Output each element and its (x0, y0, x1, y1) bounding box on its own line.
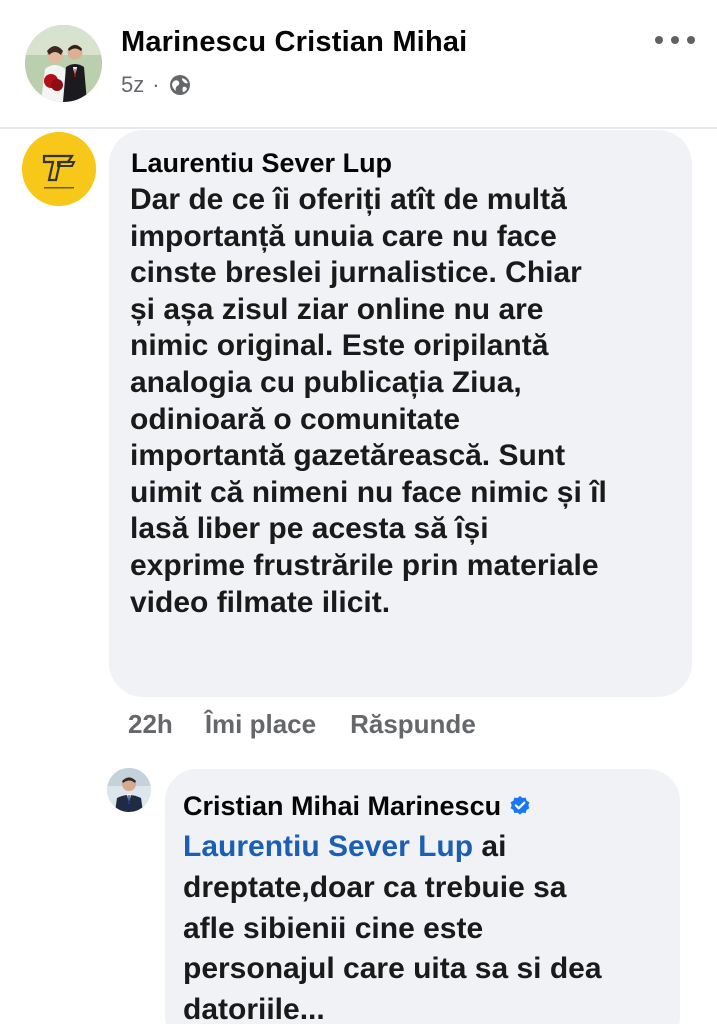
reply-author-avatar[interactable] (107, 768, 151, 812)
comment-actions: 22h Îmi place Răspunde (128, 704, 476, 744)
mention-link[interactable]: Laurentiu Sever Lup (183, 830, 473, 863)
post-meta: 5z · (121, 70, 192, 100)
header-divider (0, 127, 717, 129)
post-time[interactable]: 5z (121, 72, 144, 98)
meta-separator: · (152, 72, 160, 97)
couple-photo-icon (25, 25, 102, 102)
reply-bubble: Cristian Mihai Marinescu Laurentiu Sever… (165, 769, 680, 1024)
post-header: Marinescu Cristian Mihai 5z · (0, 0, 717, 127)
facebook-comments-page: Marinescu Cristian Mihai 5z · Laurentiu … (0, 0, 717, 1024)
more-options-icon[interactable] (655, 28, 695, 52)
comment-bubble: Laurentiu Sever Lup Dar de ce îi oferiți… (109, 130, 692, 697)
more-dot (671, 36, 679, 44)
reply-author-row: Cristian Mihai Marinescu (183, 789, 662, 823)
comment-text: Dar de ce îi oferiți atît de multă impor… (130, 183, 607, 619)
more-dot (687, 36, 695, 44)
verified-badge-icon (510, 796, 530, 815)
reply-text: Laurentiu Sever Lup ai dreptate,doar ca … (183, 827, 662, 1024)
globe-icon (169, 75, 190, 95)
more-dot (655, 36, 663, 44)
post-author-name[interactable]: Marinescu Cristian Mihai (121, 26, 467, 59)
like-button[interactable]: Îmi place (205, 709, 316, 740)
post-author-avatar[interactable] (25, 25, 102, 102)
comment-author[interactable]: Laurentiu Sever Lup (131, 146, 672, 180)
reply-author[interactable]: Cristian Mihai Marinescu (183, 791, 501, 822)
comment-time[interactable]: 22h (128, 709, 173, 740)
yellow-logo-avatar-icon (22, 132, 96, 206)
reply-button[interactable]: Răspunde (350, 709, 476, 740)
commenter-avatar[interactable] (22, 132, 96, 206)
man-portrait-icon (107, 768, 151, 812)
